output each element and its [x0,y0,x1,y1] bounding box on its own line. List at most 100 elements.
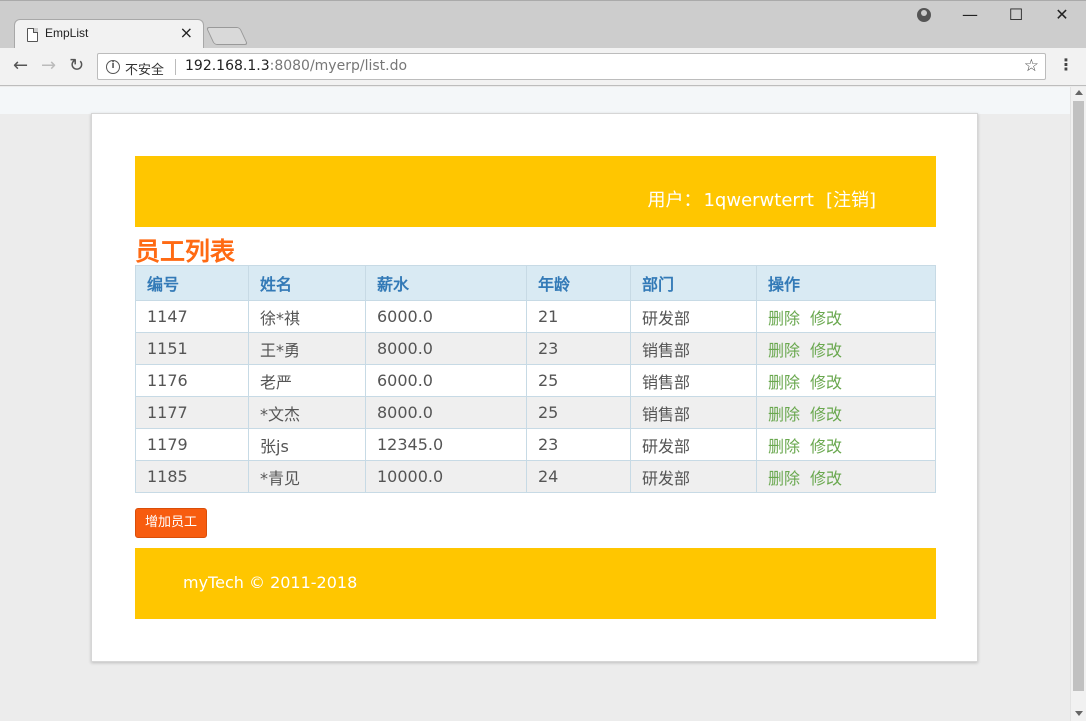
column-header: 编号 [135,265,249,301]
edit-link[interactable]: 修改 [810,437,842,456]
url-text[interactable]: 192.168.1.3:8080/myerp/list.do [185,58,407,74]
cell-salary: 6000.0 [365,364,527,397]
column-header: 部门 [630,265,757,301]
logout-link[interactable]: [注销] [826,190,876,211]
info-icon[interactable]: i [106,60,120,74]
cell-salary: 8000.0 [365,396,527,429]
minimize-button[interactable]: — [950,5,990,27]
page-top-strip [0,87,1070,114]
table-row: 1185 *青见 10000.0 24 研发部 删除 修改 [135,460,936,493]
page-icon [27,28,38,42]
footer-copyright: myTech © 2011-2018 [183,573,358,592]
cell-dept: 研发部 [630,300,757,333]
url-path: :8080/myerp/list.do [269,58,408,74]
browser-tab[interactable]: EmpList × [14,19,204,49]
browser-toolbar: ← → ↻ i 不安全 192.168.1.3:8080/myerp/list.… [0,48,1086,86]
forward-icon[interactable]: → [41,55,56,76]
url-host: 192.168.1.3 [185,58,270,74]
insecure-label[interactable]: 不安全 [125,59,164,78]
back-icon[interactable]: ← [13,55,28,76]
user-info: 用户： 1qwerwterrt [注销] [647,186,876,212]
cell-dept: 研发部 [630,428,757,461]
employee-table: 编号 姓名 薪水 年龄 部门 操作 1147 徐*祺 6000.0 21 研发部… [135,265,936,493]
username: 1qwerwterrt [703,190,814,211]
user-prefix: 用户： [647,190,702,211]
column-header: 年龄 [526,265,631,301]
tab-title: EmpList [45,26,89,40]
delete-link[interactable]: 删除 [768,405,800,424]
cell-name: 老严 [248,364,366,397]
divider [175,59,176,75]
cell-id: 1179 [135,428,249,461]
cell-dept: 销售部 [630,396,757,429]
cell-actions: 删除 修改 [756,300,936,333]
cell-salary: 6000.0 [365,300,527,333]
edit-link[interactable]: 修改 [810,341,842,360]
browser-titlebar: EmpList × — ☐ ✕ [0,0,1086,49]
edit-link[interactable]: 修改 [810,309,842,328]
cell-actions: 删除 修改 [756,396,936,429]
bookmark-star-icon[interactable]: ☆ [1024,56,1039,76]
page-title: 员工列表 [135,237,236,266]
delete-link[interactable]: 删除 [768,309,800,328]
table-row: 1151 王*勇 8000.0 23 销售部 删除 修改 [135,332,936,365]
tab-close-icon[interactable]: × [180,23,193,42]
edit-link[interactable]: 修改 [810,405,842,424]
cell-actions: 删除 修改 [756,364,936,397]
cell-id: 1185 [135,460,249,493]
cell-id: 1177 [135,396,249,429]
cell-actions: 删除 修改 [756,428,936,461]
cell-salary: 10000.0 [365,460,527,493]
delete-link[interactable]: 删除 [768,469,800,488]
address-bar[interactable]: i 不安全 192.168.1.3:8080/myerp/list.do ☆ [97,53,1046,80]
scrollbar[interactable] [1070,87,1086,721]
cell-age: 24 [526,460,631,493]
cell-id: 1147 [135,300,249,333]
cell-actions: 删除 修改 [756,332,936,365]
cell-dept: 研发部 [630,460,757,493]
table-row: 1147 徐*祺 6000.0 21 研发部 删除 修改 [135,300,936,333]
add-employee-button[interactable]: 增加员工 [135,508,207,538]
cell-dept: 销售部 [630,364,757,397]
delete-link[interactable]: 删除 [768,437,800,456]
cell-salary: 8000.0 [365,332,527,365]
scroll-up-icon[interactable] [1075,90,1083,95]
cell-actions: 删除 修改 [756,460,936,493]
column-header: 姓名 [248,265,366,301]
cell-age: 25 [526,396,631,429]
cell-age: 21 [526,300,631,333]
table-row: 1176 老严 6000.0 25 销售部 删除 修改 [135,364,936,397]
new-tab-button[interactable] [205,27,249,45]
page-header: 用户： 1qwerwterrt [注销] [135,156,936,227]
cell-name: *文杰 [248,396,366,429]
profile-icon[interactable] [917,8,931,22]
cell-name: 王*勇 [248,332,366,365]
scroll-down-icon[interactable] [1075,711,1083,716]
cell-age: 25 [526,364,631,397]
column-header: 薪水 [365,265,527,301]
reload-icon[interactable]: ↻ [69,55,84,76]
edit-link[interactable]: 修改 [810,373,842,392]
cell-salary: 12345.0 [365,428,527,461]
scrollbar-thumb[interactable] [1073,101,1084,691]
cell-dept: 销售部 [630,332,757,365]
delete-link[interactable]: 删除 [768,373,800,392]
cell-id: 1151 [135,332,249,365]
cell-name: 徐*祺 [248,300,366,333]
cell-name: *青见 [248,460,366,493]
cell-name: 张js [248,428,366,461]
table-row: 1177 *文杰 8000.0 25 销售部 删除 修改 [135,396,936,429]
column-header: 操作 [756,265,936,301]
cell-age: 23 [526,428,631,461]
edit-link[interactable]: 修改 [810,469,842,488]
maximize-button[interactable]: ☐ [996,5,1036,27]
close-window-button[interactable]: ✕ [1042,5,1082,27]
page-footer: myTech © 2011-2018 [135,548,936,619]
cell-id: 1176 [135,364,249,397]
table-header-row: 编号 姓名 薪水 年龄 部门 操作 [135,265,936,301]
table-row: 1179 张js 12345.0 23 研发部 删除 修改 [135,428,936,461]
delete-link[interactable]: 删除 [768,341,800,360]
cell-age: 23 [526,332,631,365]
content-card: 用户： 1qwerwterrt [注销] 员工列表 编号 姓名 薪水 年龄 部门 操… [91,113,978,662]
browser-menu-icon[interactable]: ⋮ [1058,55,1074,74]
